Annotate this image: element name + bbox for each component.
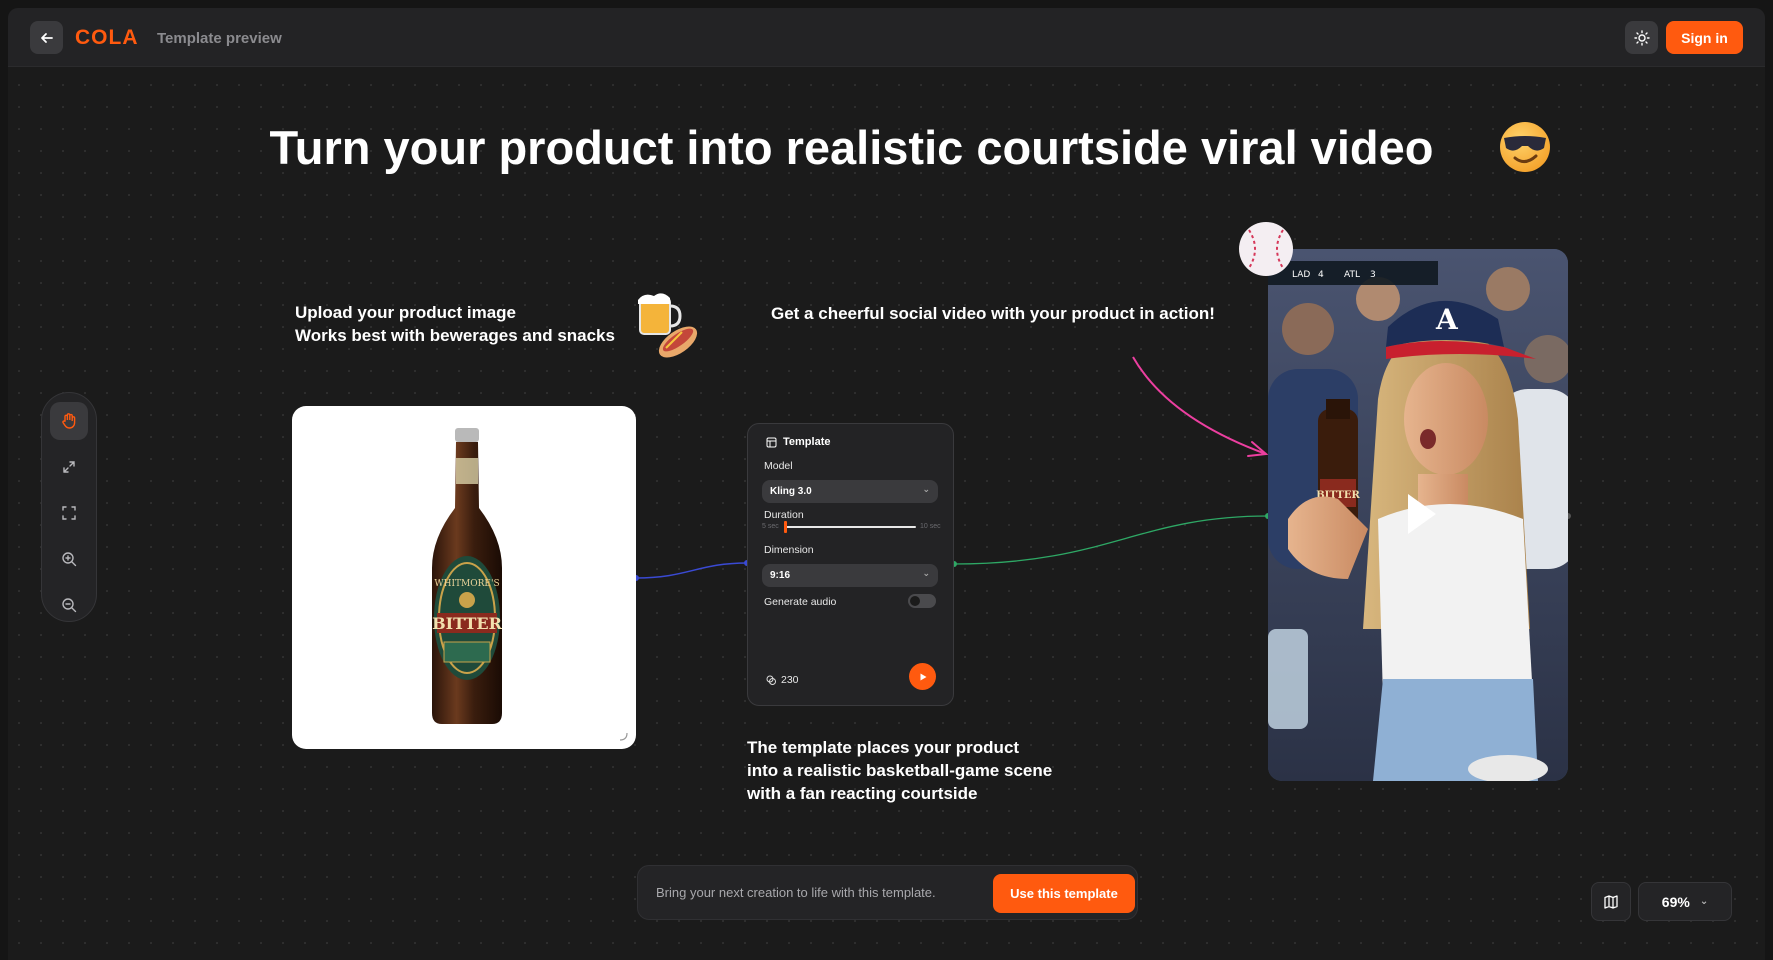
canvas[interactable]: COLA Template preview Sign in Turn your … bbox=[8, 8, 1765, 960]
generate-audio-toggle[interactable] bbox=[908, 594, 936, 608]
score-value1: 4 bbox=[1318, 270, 1324, 280]
template-title: Template bbox=[783, 436, 831, 448]
zoom-level-select[interactable]: 69% ⌄ bbox=[1638, 882, 1732, 921]
template-node-card[interactable]: Template Model Kling 3.0 ⌄ Duration 5 se… bbox=[747, 423, 954, 706]
minimap-button[interactable] bbox=[1591, 882, 1631, 921]
result-video-card[interactable]: A BITTER LAD 4 ATL 3 bbox=[1268, 249, 1568, 781]
use-template-button[interactable]: Use this template bbox=[993, 874, 1135, 913]
score-team2: ATL bbox=[1344, 270, 1360, 280]
score-value2: 3 bbox=[1370, 270, 1376, 280]
chevron-down-icon: ⌄ bbox=[1699, 896, 1709, 907]
duration-min-label: 5 sec bbox=[762, 523, 779, 530]
credits-display: 230 bbox=[766, 674, 799, 686]
chevron-down-icon: ⌄ bbox=[922, 484, 930, 494]
beer-bottle-image: WHITMORE'S BITTER bbox=[432, 428, 503, 724]
duration-slider-thumb[interactable] bbox=[784, 521, 787, 533]
duration-max-label: 10 sec bbox=[920, 523, 941, 530]
resize-handle-icon[interactable] bbox=[618, 731, 628, 741]
baseball-emoji-icon bbox=[1239, 222, 1293, 276]
video-thumbnail: A BITTER LAD 4 ATL 3 bbox=[1268, 249, 1568, 781]
model-select[interactable]: Kling 3.0 ⌄ bbox=[762, 480, 938, 503]
run-button[interactable] bbox=[909, 663, 936, 690]
dimension-select[interactable]: 9:16 ⌄ bbox=[762, 564, 938, 587]
layout-icon bbox=[766, 437, 777, 447]
duration-slider-track[interactable] bbox=[784, 526, 916, 528]
cta-text: Bring your next creation to life with th… bbox=[656, 885, 936, 900]
svg-text:A: A bbox=[1435, 303, 1459, 336]
chevron-down-icon: ⌄ bbox=[922, 568, 930, 578]
zoom-value: 69% bbox=[1661, 893, 1690, 910]
generate-audio-label: Generate audio bbox=[764, 596, 837, 608]
dimension-label: Dimension bbox=[764, 544, 814, 556]
template-header: Template bbox=[766, 436, 830, 448]
template-cta-bar: Bring your next creation to life with th… bbox=[637, 865, 1138, 920]
bottle-brand-text: WHITMORE'S bbox=[434, 579, 499, 589]
map-icon bbox=[1604, 894, 1618, 909]
product-image-card[interactable]: WHITMORE'S BITTER bbox=[292, 406, 636, 749]
play-icon bbox=[920, 673, 926, 680]
model-label: Model bbox=[764, 460, 793, 472]
duration-label: Duration bbox=[764, 509, 804, 521]
coins-icon bbox=[766, 675, 776, 685]
bottle-name-text: BITTER bbox=[432, 614, 502, 633]
credits-value: 230 bbox=[781, 674, 799, 686]
model-value: Kling 3.0 bbox=[770, 486, 812, 497]
dimension-value: 9:16 bbox=[770, 570, 791, 581]
